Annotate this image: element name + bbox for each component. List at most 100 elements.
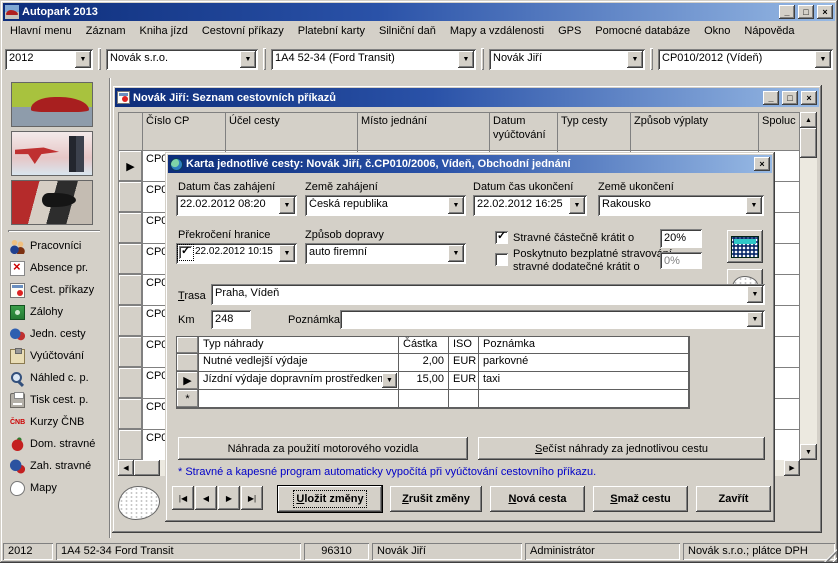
column-header-0[interactable] [119, 113, 143, 151]
vehicle-refund-button[interactable]: Náhrada za použití motorového vozidla [178, 437, 468, 460]
record-last-button[interactable]: ▶| [241, 486, 263, 510]
scroll-right-icon[interactable]: ▶ [784, 460, 800, 476]
menu-item-5[interactable]: Silniční daň [372, 22, 443, 40]
cell-iso[interactable]: EUR [449, 354, 479, 372]
end-datetime-combo[interactable]: 22.02.2012 16:25 ▼ [473, 195, 587, 216]
sidebar-item-domestic-meal[interactable]: Dom. stravné [10, 434, 95, 454]
scroll-left-icon[interactable]: ◀ [118, 460, 134, 476]
menu-item-6[interactable]: Mapy a vzdálenosti [443, 22, 551, 40]
column-header-6[interactable]: Způsob výplaty [631, 113, 759, 151]
refund-row[interactable]: Nutné vedlejší výdaje2,00EURparkovné [177, 354, 689, 372]
km-field[interactable]: 248 [211, 310, 251, 329]
row-selector[interactable] [119, 182, 143, 213]
sidebar-item-cnb[interactable]: ČNBKurzy ČNB [10, 412, 84, 432]
chevron-down-icon[interactable]: ▼ [279, 245, 295, 262]
cell-typ-nahrady[interactable]: Jízdní výdaje dopravním prostředkem▼ [199, 372, 399, 390]
driver-combo[interactable]: Novák Jiří▼ [489, 49, 645, 70]
route-combo[interactable]: Praha, Vídeň ▼ [211, 284, 765, 305]
column-header-2[interactable]: Účel cesty [226, 113, 358, 151]
menu-item-9[interactable]: Okno [697, 22, 737, 40]
chevron-down-icon[interactable]: ▼ [448, 245, 464, 262]
company-combo[interactable]: Novák s.r.o.▼ [106, 49, 258, 70]
menu-item-0[interactable]: Hlavní menu [3, 22, 79, 40]
row-selector[interactable] [119, 430, 143, 460]
grid-vertical-scrollbar[interactable]: ▲ ▼ [800, 112, 817, 460]
chevron-down-icon[interactable]: ▼ [627, 51, 643, 68]
refunds-column-1[interactable]: Částka [399, 337, 449, 354]
row-selector[interactable] [119, 275, 143, 306]
refunds-column-0[interactable]: Typ náhrady [199, 337, 399, 354]
cell[interactable] [449, 390, 479, 408]
vehicle-combo[interactable]: 1A4 52-34 (Ford Transit)▼ [271, 49, 476, 70]
row-selector[interactable]: ▶ [119, 151, 143, 182]
sum-refunds-button[interactable]: Sečíst náhrady za jednotlivou cestu [478, 437, 765, 460]
new-refund-row[interactable]: * [177, 390, 689, 408]
child-title-bar[interactable]: Novák Jiří: Seznam cestovních příkazů _ … [115, 88, 819, 107]
sidebar-item-travel-orders[interactable]: Cest. příkazy [10, 280, 94, 300]
close-button[interactable]: Zavřít [696, 486, 771, 512]
start-country-combo[interactable]: Česká republika ▼ [305, 195, 466, 216]
sidebar-item-absence[interactable]: Absence pr. [10, 258, 88, 278]
maximize-button[interactable]: □ [798, 5, 814, 19]
dialog-title-bar[interactable]: Karta jednotlivé cesty: Novák Jiří, č.CP… [168, 155, 772, 173]
chevron-down-icon[interactable]: ▼ [569, 197, 585, 214]
chevron-down-icon[interactable]: ▼ [815, 51, 831, 68]
end-country-combo[interactable]: Rakousko ▼ [598, 195, 764, 216]
column-header-4[interactable]: Datum vyúčtování [490, 113, 558, 151]
chevron-down-icon[interactable]: ▼ [240, 51, 256, 68]
sidebar-item-preview[interactable]: Náhled c. p. [10, 368, 89, 388]
record-first-button[interactable]: |◀ [172, 486, 194, 510]
cell-poznamka[interactable]: taxi [479, 372, 689, 390]
cell-castka[interactable]: 2,00 [399, 354, 449, 372]
row-selector[interactable] [119, 213, 143, 244]
column-header-1[interactable]: Číslo CP [143, 113, 226, 151]
menu-item-2[interactable]: Kniha jízd [133, 22, 195, 40]
vscroll-thumb[interactable] [800, 128, 817, 158]
trip-combo[interactable]: CP010/2012 (Vídeň)▼ [658, 49, 833, 70]
cell-typ-nahrady[interactable]: Nutné vedlejší výdaje [199, 354, 399, 372]
new-trip-button[interactable]: Nová cesta [490, 486, 585, 512]
meal-cut-percent-field[interactable]: 20% [660, 229, 702, 248]
column-header-3[interactable]: Místo jednání [358, 113, 490, 151]
scroll-down-icon[interactable]: ▼ [800, 444, 817, 460]
chevron-down-icon[interactable]: ▼ [747, 286, 763, 303]
hscroll-thumb[interactable] [134, 460, 160, 476]
sidebar-item-workers[interactable]: Pracovníci [10, 236, 81, 256]
cancel-changes-button[interactable]: Zrušit změny [390, 486, 482, 512]
delete-trip-button[interactable]: Smaž cestu [593, 486, 688, 512]
scroll-up-icon[interactable]: ▲ [800, 112, 817, 128]
menu-item-1[interactable]: Záznam [79, 22, 133, 40]
cell[interactable] [399, 390, 449, 408]
cell-iso[interactable]: EUR [449, 372, 479, 390]
close-icon[interactable]: × [817, 5, 833, 19]
refunds-column-3[interactable]: Poznámka [479, 337, 689, 354]
transport-combo[interactable]: auto firemní ▼ [305, 243, 466, 264]
cell[interactable] [199, 390, 399, 408]
row-selector[interactable] [119, 399, 143, 430]
chevron-down-icon[interactable]: ▼ [747, 312, 763, 327]
chevron-down-icon[interactable]: ▼ [746, 197, 762, 214]
border-cross-checkbox[interactable] [179, 246, 192, 259]
main-title-bar[interactable]: Autopark 2013 _ □ × [3, 3, 835, 21]
row-selector[interactable] [119, 337, 143, 368]
free-meal-checkbox[interactable] [495, 253, 508, 266]
chevron-down-icon[interactable]: ▼ [458, 51, 474, 68]
dialog-close-icon[interactable]: × [754, 157, 770, 171]
row-selector[interactable]: ▶ [177, 372, 199, 390]
refunds-column-2[interactable]: ISO [449, 337, 479, 354]
row-selector[interactable] [119, 244, 143, 275]
child-minimize-button[interactable]: _ [763, 91, 779, 105]
sidebar-item-billing[interactable]: Vyúčtování [10, 346, 84, 366]
cell-castka[interactable]: 15,00 [399, 372, 449, 390]
start-datetime-combo[interactable]: 22.02.2012 08:20 ▼ [176, 195, 297, 216]
free-meal-percent-field[interactable]: 0% [660, 252, 702, 269]
cell-poznamka[interactable]: parkovné [479, 354, 689, 372]
column-header-7[interactable]: Spoluc [759, 113, 800, 151]
chevron-down-icon[interactable]: ▼ [75, 51, 91, 68]
menu-item-10[interactable]: Nápověda [737, 22, 801, 40]
save-button[interactable]: Uložit změny [278, 486, 382, 512]
menu-item-3[interactable]: Cestovní příkazy [195, 22, 291, 40]
menu-item-7[interactable]: GPS [551, 22, 588, 40]
border-cross-combo[interactable]: 22.02.2012 10:15 ▼ [176, 243, 297, 264]
calculator-button[interactable] [727, 230, 763, 263]
